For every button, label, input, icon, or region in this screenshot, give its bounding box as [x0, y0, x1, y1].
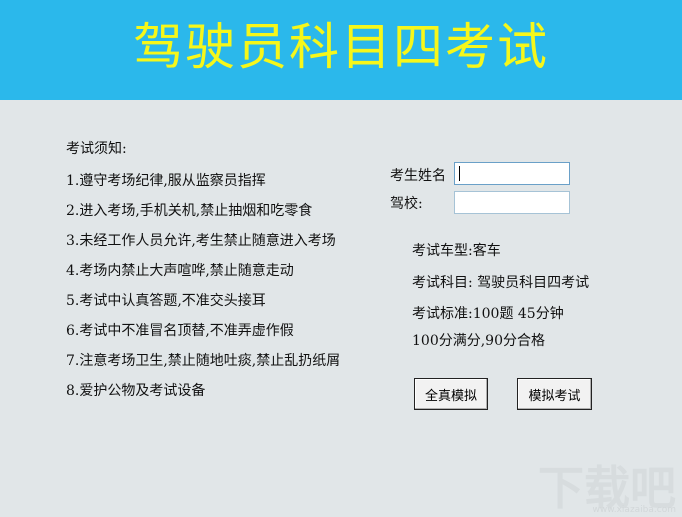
rule-item: 3.未经工作人员允许,考生禁止随意进入考场 — [66, 233, 336, 249]
school-input[interactable] — [454, 191, 570, 214]
rule-item: 8.爱护公物及考试设备 — [66, 383, 206, 399]
rule-item: 4.考场内禁止大声喧哗,禁止随意走动 — [66, 263, 294, 279]
name-input[interactable] — [454, 162, 570, 185]
watermark-logo: 下载吧 www.xiazaiba.com — [538, 465, 676, 515]
subject-info: 考试科目: 驾驶员科目四考试 — [412, 275, 590, 291]
header-banner: 驾驶员科目四考试 — [0, 0, 682, 100]
score-info: 100分满分,90分合格 — [412, 333, 545, 349]
rule-item: 7.注意考场卫生,禁止随地吐痰,禁止乱扔纸屑 — [66, 353, 341, 369]
car-type-info: 考试车型:客车 — [412, 243, 501, 259]
rules-title: 考试须知: — [66, 141, 127, 157]
school-label: 驾校: — [390, 196, 423, 212]
rule-item: 2.进入考场,手机关机,禁止抽烟和吃零食 — [66, 203, 313, 219]
text-caret — [459, 166, 460, 181]
full-simulation-button[interactable]: 全真模拟 — [414, 378, 488, 410]
watermark-url: www.xiazaiba.com — [592, 505, 676, 515]
name-label: 考生姓名 — [390, 168, 446, 184]
mock-exam-button[interactable]: 模拟考试 — [517, 378, 592, 410]
rule-item: 5.考试中认真答题,不准交头接耳 — [66, 293, 266, 309]
app-title: 驾驶员科目四考试 — [133, 18, 549, 76]
standard-info: 考试标准:100题 45分钟 — [412, 306, 564, 322]
rule-item: 6.考试中不准冒名顶替,不准弄虚作假 — [66, 323, 294, 339]
rule-item: 1.遵守考场纪律,服从监察员指挥 — [66, 173, 266, 189]
